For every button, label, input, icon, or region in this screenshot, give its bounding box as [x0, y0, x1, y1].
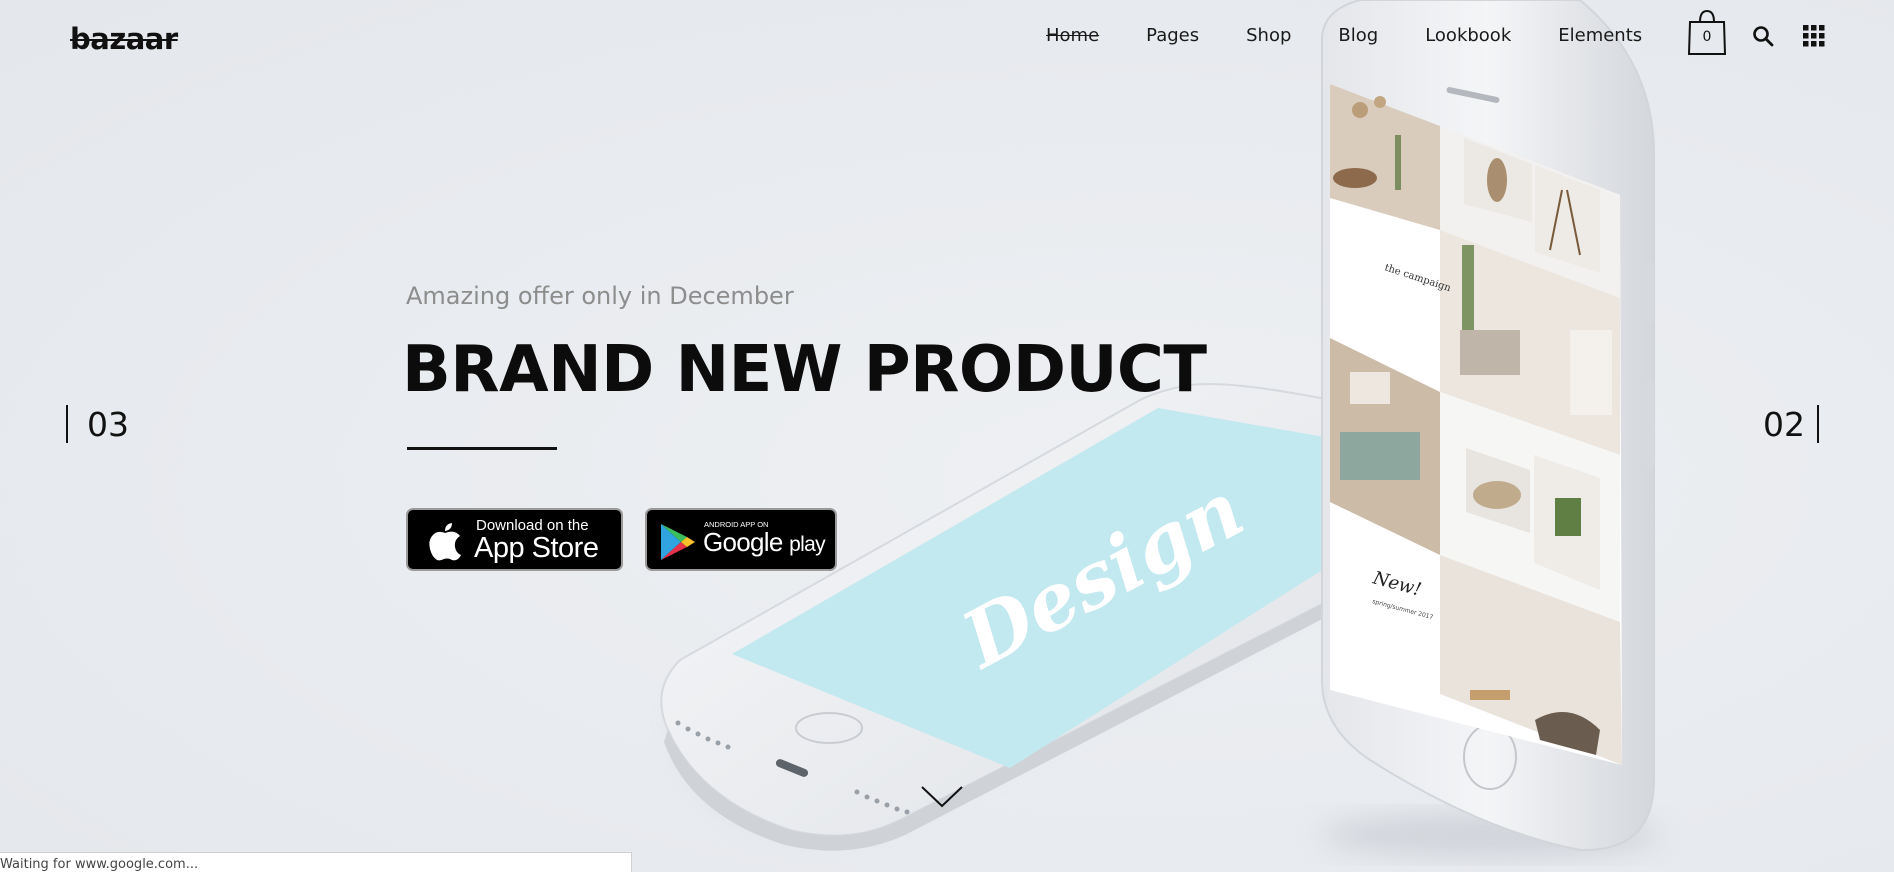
- google-play-label: Google play: [703, 527, 826, 558]
- next-slide-number: 02: [1763, 404, 1805, 444]
- google-play-icon: [661, 524, 695, 560]
- app-store-label: App Store: [474, 532, 599, 564]
- hero-phones-image: the campaign New! spring/summer 2017 Des…: [660, 0, 1660, 857]
- grid-menu-button[interactable]: [1803, 25, 1825, 47]
- next-slide-button[interactable]: 02: [1763, 404, 1819, 444]
- nav-home[interactable]: Home: [1046, 24, 1099, 48]
- app-store-button[interactable]: Download on the App Store: [406, 508, 623, 571]
- chevron-down-icon[interactable]: [920, 784, 964, 810]
- nav-lookbook[interactable]: Lookbook: [1425, 24, 1511, 48]
- title-divider: [407, 447, 557, 450]
- nav-elements[interactable]: Elements: [1558, 24, 1642, 48]
- prev-slide-button[interactable]: 03: [66, 404, 129, 444]
- hero-title: BRAND NEW PRODUCT: [402, 333, 1207, 407]
- prev-slide-bar: [66, 405, 68, 443]
- search-button[interactable]: [1752, 25, 1774, 47]
- google-word: Google: [703, 527, 783, 557]
- search-icon: [1753, 26, 1774, 47]
- main-nav: Home Pages Shop Blog Lookbook Elements: [1046, 24, 1689, 48]
- apple-icon: [429, 523, 461, 561]
- google-play-button[interactable]: ANDROID APP ON Google play: [645, 508, 837, 571]
- prev-slide-number: 03: [87, 404, 129, 444]
- hero-subtitle: Amazing offer only in December: [406, 282, 794, 310]
- browser-status-bar: Waiting for www.google.com...: [0, 852, 632, 872]
- play-word: play: [789, 533, 825, 556]
- next-slide-bar: [1817, 405, 1819, 443]
- nav-shop[interactable]: Shop: [1246, 24, 1291, 48]
- cart-button[interactable]: 0: [1687, 8, 1727, 56]
- nav-blog[interactable]: Blog: [1338, 24, 1378, 48]
- cart-count: 0: [1702, 29, 1712, 45]
- grid-menu-icon: [1803, 25, 1825, 47]
- nav-pages[interactable]: Pages: [1146, 24, 1199, 48]
